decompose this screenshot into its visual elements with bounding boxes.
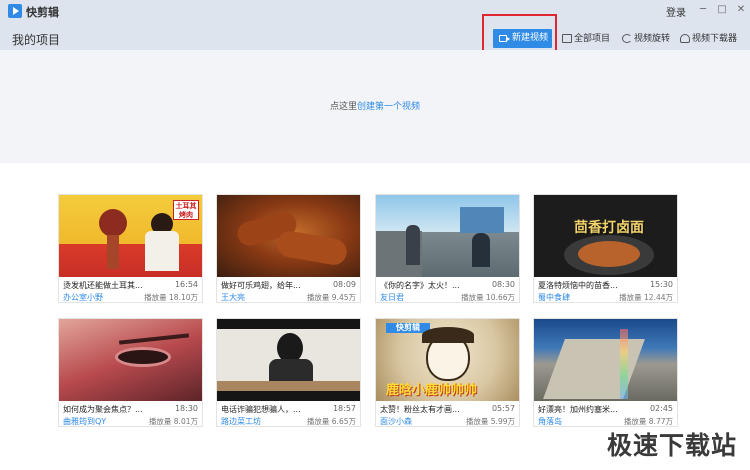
app-title: 快剪辑 xyxy=(26,6,59,19)
downloader-label: 视频下载器 xyxy=(692,34,738,44)
new-video-button[interactable]: 新建视频 xyxy=(493,29,552,48)
rotate-label: 视频旋转 xyxy=(634,34,671,44)
video-title: 夏洛特烦恼中的苗香... xyxy=(538,281,618,290)
video-camera-icon xyxy=(499,35,510,42)
video-views: 播放量 6.65万 xyxy=(306,417,356,426)
close-icon[interactable]: ✕ xyxy=(733,2,749,18)
rotate-icon xyxy=(622,34,632,43)
video-card[interactable]: 如何成为聚会焦点？... 18:30 曲雅筠到QY 播放量 8.01万 xyxy=(58,318,203,427)
video-author[interactable]: 蜀中食肆 xyxy=(538,292,570,302)
video-thumbnail xyxy=(59,319,202,401)
video-views: 播放量 9.45万 xyxy=(306,293,356,302)
video-author[interactable]: 曲雅筠到QY xyxy=(63,416,106,426)
cloud-download-icon xyxy=(680,34,690,43)
video-duration: 02:45 xyxy=(649,404,673,413)
video-author[interactable]: 王大亮 xyxy=(221,292,245,302)
maximize-icon[interactable]: □ xyxy=(714,2,730,18)
video-card[interactable]: 《你的名字》太火！... 08:30 友日君 播放量 10.66万 xyxy=(375,194,520,303)
video-title: 做好可乐鸡翅，给年... xyxy=(221,281,301,290)
video-author[interactable]: 路边菜工坊 xyxy=(221,416,261,426)
minimize-icon[interactable]: ─ xyxy=(695,2,711,18)
video-views: 播放量 5.99万 xyxy=(465,417,515,426)
rotate-video-button[interactable]: 视频旋转 xyxy=(622,32,670,46)
video-thumbnail: 茴香打卤面 xyxy=(534,195,677,277)
video-author[interactable]: 角落岛 xyxy=(538,416,562,426)
video-title: 电话诈骗犯想骗人，... xyxy=(221,405,301,414)
video-author[interactable]: 友日君 xyxy=(380,292,404,302)
video-thumbnail: 快剪辑 鹿晗小鹿帅帅帅 xyxy=(376,319,519,401)
thumbnail-caption: 土耳其烤肉 xyxy=(173,200,199,220)
video-views: 播放量 12.44万 xyxy=(619,293,673,302)
video-title: 《你的名字》太火！... xyxy=(380,281,460,290)
video-duration: 18:57 xyxy=(332,404,356,413)
video-card[interactable]: 做好可乐鸡翅，给年... 08:09 王大亮 播放量 9.45万 xyxy=(216,194,361,303)
video-title: 好漂亮！加州约塞米... xyxy=(538,405,618,414)
video-duration: 18:30 xyxy=(174,404,198,413)
video-thumbnail xyxy=(376,195,519,277)
video-author[interactable]: 面沙小森 xyxy=(380,416,412,426)
login-link[interactable]: 登录 xyxy=(666,4,686,19)
video-thumbnail xyxy=(534,319,677,401)
create-first-video-link[interactable]: 创建第一个视频 xyxy=(357,102,420,112)
thumbnail-caption: 茴香打卤面 xyxy=(574,220,644,236)
thumbnail-caption: 鹿晗小鹿帅帅帅 xyxy=(386,383,478,398)
create-first-video-prompt[interactable]: 点这里创建第一个视频 xyxy=(0,99,750,112)
video-card[interactable]: 好漂亮！加州约塞米... 02:45 角落岛 播放量 8.77万 xyxy=(533,318,678,427)
video-card[interactable]: 快剪辑 鹿晗小鹿帅帅帅 太赞！粉丝太有才画... 05:57 面沙小森 播放量 … xyxy=(375,318,520,427)
video-title: 烫发机还能做土耳其... xyxy=(63,281,143,290)
page-title: 我的项目 xyxy=(12,33,61,47)
title-bar xyxy=(0,0,750,24)
video-title: 如何成为聚会焦点？... xyxy=(63,405,143,414)
app-logo-icon xyxy=(8,4,22,18)
video-duration: 05:57 xyxy=(491,404,515,413)
video-duration: 16:54 xyxy=(174,280,198,289)
video-duration: 08:30 xyxy=(491,280,515,289)
video-title: 太赞！粉丝太有才画... xyxy=(380,405,460,414)
video-card[interactable]: 电话诈骗犯想骗人，... 18:57 路边菜工坊 播放量 6.65万 xyxy=(216,318,361,427)
video-author[interactable]: 办公室小野 xyxy=(63,292,103,302)
video-downloader-button[interactable]: 视频下载器 xyxy=(680,32,737,46)
site-watermark: 极速下载站 xyxy=(607,431,738,460)
video-thumbnail xyxy=(217,319,360,401)
video-card[interactable]: 茴香打卤面 夏洛特烦恼中的苗香... 15:30 蜀中食肆 播放量 12.44万 xyxy=(533,194,678,303)
all-projects-button[interactable]: 全部项目 xyxy=(562,32,610,46)
video-duration: 08:09 xyxy=(332,280,356,289)
prompt-prefix: 点这里 xyxy=(329,102,357,112)
video-thumbnail xyxy=(217,195,360,277)
video-views: 播放量 10.66万 xyxy=(461,293,515,302)
all-projects-label: 全部项目 xyxy=(574,34,611,44)
video-thumbnail: 土耳其烤肉 xyxy=(59,195,202,277)
video-views: 播放量 8.01万 xyxy=(148,417,198,426)
new-video-label: 新建视频 xyxy=(512,33,549,43)
video-views: 播放量 18.10万 xyxy=(144,293,198,302)
video-card[interactable]: 土耳其烤肉 烫发机还能做土耳其... 16:54 办公室小野 播放量 18.10… xyxy=(58,194,203,303)
folder-icon xyxy=(562,34,572,43)
video-duration: 15:30 xyxy=(649,280,673,289)
